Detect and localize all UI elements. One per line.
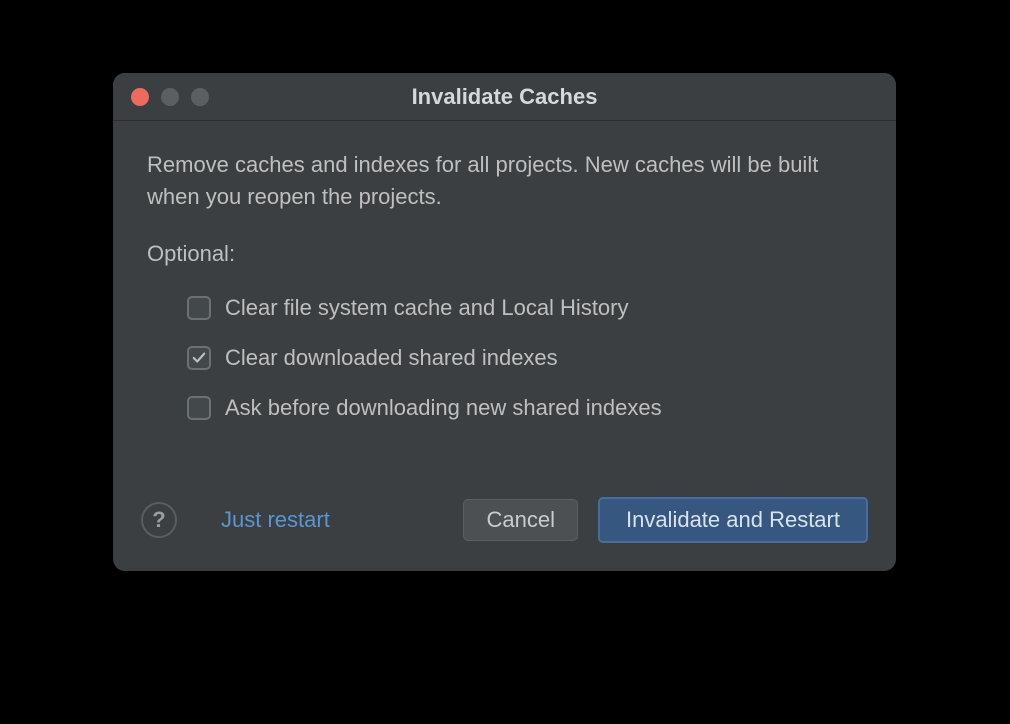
checkbox-icon xyxy=(187,346,211,370)
close-window-button[interactable] xyxy=(131,88,149,106)
window-controls xyxy=(113,88,209,106)
checkbox-label: Clear downloaded shared indexes xyxy=(225,345,558,371)
minimize-window-button[interactable] xyxy=(161,88,179,106)
checkbox-icon xyxy=(187,396,211,420)
checkbox-clear-file-system-cache[interactable]: Clear file system cache and Local Histor… xyxy=(147,283,862,333)
just-restart-button[interactable]: Just restart xyxy=(217,501,334,539)
dialog-footer: ? Just restart Cancel Invalidate and Res… xyxy=(113,477,896,571)
optional-section-label: Optional: xyxy=(147,241,862,267)
checkbox-label: Ask before downloading new shared indexe… xyxy=(225,395,662,421)
checkbox-clear-downloaded-shared-indexes[interactable]: Clear downloaded shared indexes xyxy=(147,333,862,383)
invalidate-and-restart-button[interactable]: Invalidate and Restart xyxy=(598,497,868,543)
dialog-title: Invalidate Caches xyxy=(113,84,896,110)
title-bar: Invalidate Caches xyxy=(113,73,896,121)
check-icon xyxy=(192,351,206,365)
dialog-content: Remove caches and indexes for all projec… xyxy=(113,121,896,477)
checkbox-ask-before-downloading[interactable]: Ask before downloading new shared indexe… xyxy=(147,383,862,433)
invalidate-caches-dialog: Invalidate Caches Remove caches and inde… xyxy=(113,73,896,571)
help-icon: ? xyxy=(152,507,165,533)
checkbox-label: Clear file system cache and Local Histor… xyxy=(225,295,629,321)
footer-right-group: Cancel Invalidate and Restart xyxy=(463,497,868,543)
cancel-button[interactable]: Cancel xyxy=(463,499,577,541)
zoom-window-button[interactable] xyxy=(191,88,209,106)
dialog-description: Remove caches and indexes for all projec… xyxy=(147,149,862,213)
help-button[interactable]: ? xyxy=(141,502,177,538)
checkbox-icon xyxy=(187,296,211,320)
